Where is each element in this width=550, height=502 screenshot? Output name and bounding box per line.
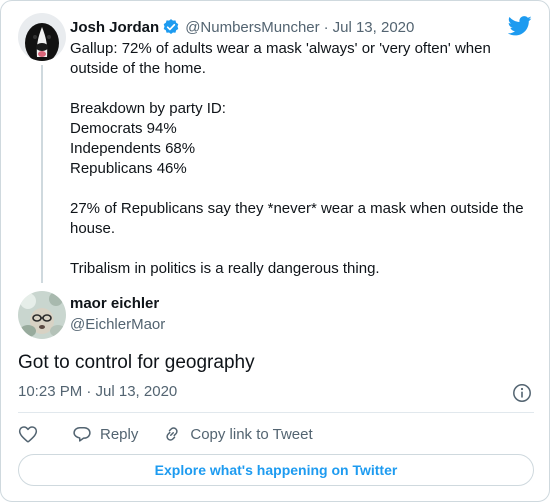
parent-author-handle[interactable]: @NumbersMuncher [185,19,319,36]
tweet-line: 27% of Republicans say they *never* wear… [70,200,524,237]
thread-connector-line [41,65,43,283]
info-icon[interactable] [512,383,532,403]
reply-bubble-icon [73,427,91,442]
tweet-line: Breakdown by party ID: [70,100,226,117]
tweet-line: Republicans 46% [70,160,187,177]
josh-jordan-avatar[interactable] [18,13,66,61]
parent-tweet-date[interactable]: Jul 13, 2020 [333,19,415,36]
tweet-line: Independents 68% [70,140,196,157]
copy-link-button[interactable]: Copy link to Tweet [162,424,313,444]
explore-twitter-button[interactable]: Explore what's happening on Twitter [18,454,534,486]
reply-button[interactable]: Reply [72,424,138,444]
reply-timestamp[interactable]: 10:23 PM · Jul 13, 2020 [18,383,177,400]
heart-icon [18,426,38,443]
parent-tweet-body: Gallup: 72% of adults wear a mask 'alway… [70,39,540,279]
like-button[interactable] [18,424,38,444]
reply-tweet-text: Got to control for geography [18,352,255,373]
maor-eichler-avatar[interactable] [18,291,66,339]
copy-link-label: Copy link to Tweet [190,425,313,443]
reply-label: Reply [100,425,139,443]
header-separator: · [323,18,329,36]
reply-author-name[interactable]: maor eichler [70,295,159,312]
reply-author-handle[interactable]: @EichlerMaor [70,316,165,333]
divider [18,412,534,413]
tweet-embed-card: Josh Jordan @NumbersMuncher · Jul 13, 20… [0,0,550,502]
tweet-line: Tribalism in politics is a really danger… [70,260,380,277]
tweet-line: Democrats 94% [70,120,177,137]
parent-tweet-header: Josh Jordan @NumbersMuncher · Jul 13, 20… [70,17,414,37]
explore-label: Explore what's happening on Twitter [154,462,398,478]
tweet-actions-bar: Reply Copy link to Tweet [18,422,313,446]
tweet-line: Gallup: 72% of adults wear a mask 'alway… [70,40,491,77]
link-icon [166,427,178,441]
verified-badge-icon [162,18,180,36]
twitter-bird-icon[interactable] [507,16,532,36]
parent-author-name[interactable]: Josh Jordan [70,19,159,36]
